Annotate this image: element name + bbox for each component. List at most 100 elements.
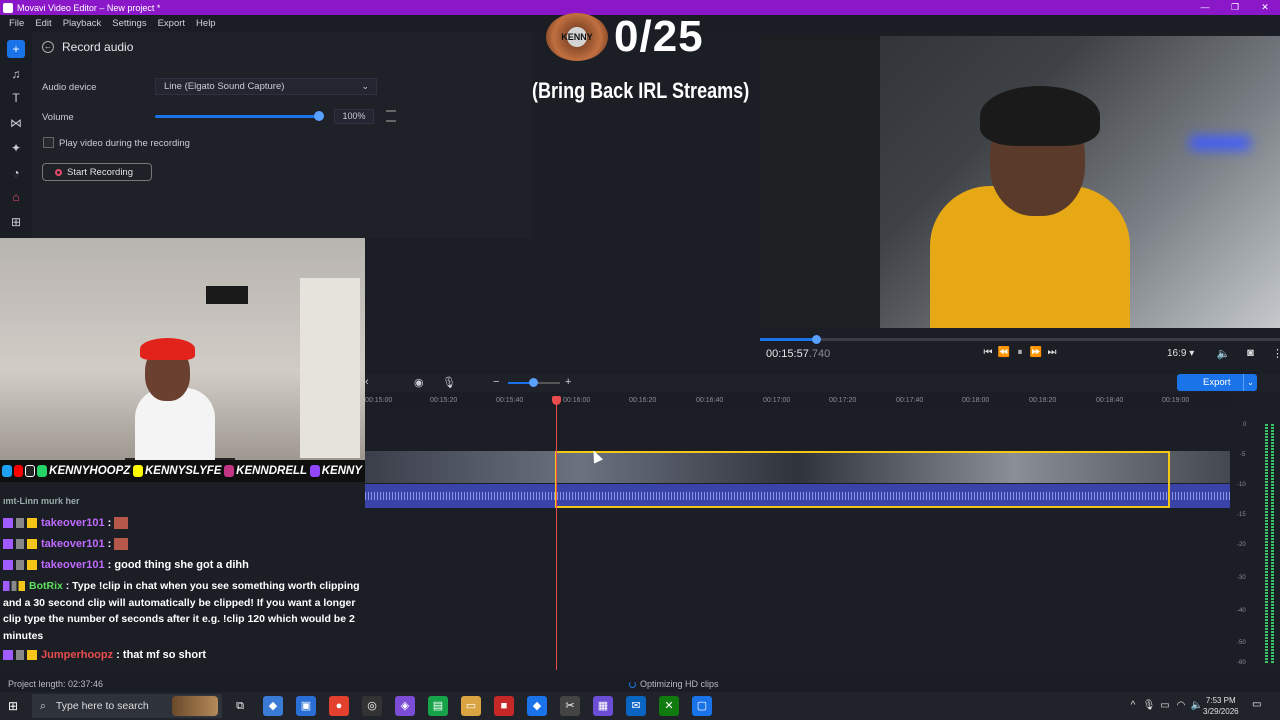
- timeline-tracks[interactable]: [365, 410, 1230, 670]
- volume-menu-icon[interactable]: [386, 110, 396, 122]
- taskbar-clock[interactable]: 7:53 PM 3/29/2026: [1203, 695, 1239, 717]
- file-explorer-icon[interactable]: ▭: [461, 696, 481, 716]
- copilot-icon[interactable]: ◆: [263, 696, 283, 716]
- tray-network-icon[interactable]: ▭: [1157, 700, 1173, 711]
- skip-end-icon[interactable]: ⏭: [1044, 347, 1060, 358]
- menu-export[interactable]: Export: [158, 18, 185, 29]
- app-green-icon[interactable]: ▤: [428, 696, 448, 716]
- driver-image: [900, 66, 1140, 328]
- preview-scrubber[interactable]: [760, 335, 1280, 344]
- menu-settings[interactable]: Settings: [112, 18, 146, 29]
- volume-slider-track[interactable]: [155, 115, 319, 118]
- export-button[interactable]: Export ⌄: [1177, 374, 1257, 391]
- start-recording-button[interactable]: Start Recording: [42, 163, 152, 181]
- volume-value-field[interactable]: 100%: [334, 109, 374, 124]
- outlook-icon[interactable]: ✉: [626, 696, 646, 716]
- social-handles-banner: KENNYHOOPZ KENNYSLYFE KENNDRELL KENNY: [0, 460, 365, 482]
- counter-text: 0/25: [614, 12, 704, 61]
- export-dropdown-icon[interactable]: ⌄: [1243, 374, 1257, 391]
- play-video-label: Play video during the recording: [59, 138, 190, 149]
- streamer-image: [125, 338, 235, 460]
- task-view-icon[interactable]: ⧉: [230, 696, 250, 716]
- window-controls: — ❐ ✕: [1190, 0, 1280, 15]
- windows-start-icon[interactable]: ⊞: [8, 699, 22, 713]
- taskbar-search[interactable]: ⌕ Type here to search: [32, 694, 222, 718]
- xbox-icon[interactable]: ✕: [659, 696, 679, 716]
- volume-speaker-icon[interactable]: 🔈: [1210, 347, 1237, 360]
- clock-date: 3/29/2026: [1203, 707, 1239, 716]
- play-video-checkbox[interactable]: [43, 137, 54, 148]
- pause-icon[interactable]: ⏸: [1012, 347, 1028, 358]
- tray-mic-icon[interactable]: 🎙: [1141, 700, 1157, 711]
- timecode-ms: .740: [808, 348, 831, 360]
- ruler-tick: 00:16:40: [696, 397, 724, 404]
- marker-icon[interactable]: ◉: [414, 376, 424, 389]
- grid-icon[interactable]: ⊞: [7, 213, 25, 231]
- tray-chevron-icon[interactable]: ^: [1125, 700, 1141, 711]
- menu-file[interactable]: File: [9, 18, 24, 29]
- discord-icon[interactable]: ◈: [395, 696, 415, 716]
- chat-text: : that mf so short: [113, 649, 207, 661]
- import-plus-icon[interactable]: +: [7, 40, 25, 58]
- selected-clip-outline[interactable]: [555, 451, 1170, 508]
- aspect-ratio-select[interactable]: 16:9 ▾: [1167, 348, 1194, 359]
- ruler-tick: 00:16:20: [629, 397, 657, 404]
- youtube-icon: [13, 465, 24, 477]
- menu-help[interactable]: Help: [196, 18, 216, 29]
- meter-label: -40: [1237, 608, 1246, 614]
- step-back-icon[interactable]: ⏪: [996, 347, 1012, 358]
- record-icon[interactable]: ⌂: [7, 189, 25, 207]
- transitions-icon[interactable]: ⋈: [7, 114, 25, 132]
- streamer-bot-icon[interactable]: ■: [494, 696, 514, 716]
- twitch-icon: [310, 465, 320, 477]
- store-icon[interactable]: ▣: [296, 696, 316, 716]
- back-arrow-icon[interactable]: ←: [42, 41, 54, 53]
- snapshot-camera-icon[interactable]: ◙: [1237, 347, 1264, 360]
- premiere-icon[interactable]: ▦: [593, 696, 613, 716]
- zoom-out-icon[interactable]: −: [493, 376, 499, 388]
- timecode-main: 00:15:57: [766, 348, 809, 360]
- app-icon: [3, 2, 13, 13]
- playhead-handle[interactable]: [552, 396, 561, 405]
- music-icon[interactable]: ♫: [7, 65, 25, 83]
- capcut-icon[interactable]: ✂: [560, 696, 580, 716]
- emote-icon: [114, 538, 129, 551]
- chat-username: takeover101: [41, 517, 105, 529]
- audio-device-select[interactable]: Line (Elgato Sound Capture) ⌄: [155, 78, 377, 95]
- meter-label: -10: [1237, 482, 1246, 488]
- menu-edit[interactable]: Edit: [35, 18, 51, 29]
- scrubber-handle[interactable]: [812, 335, 821, 344]
- movavi-icon[interactable]: ◆: [527, 696, 547, 716]
- skip-start-icon[interactable]: ⏮: [980, 347, 996, 358]
- meter-label: -20: [1237, 542, 1246, 548]
- timeline-ruler[interactable]: 00:15:00 00:15:20 00:15:40 00:16:00 00:1…: [365, 393, 1230, 409]
- back-chevron-icon[interactable]: ‹: [365, 376, 369, 388]
- playhead-line[interactable]: [556, 398, 557, 670]
- minimize-button[interactable]: —: [1190, 0, 1220, 15]
- record-audio-panel: ← Record audio Audio device Line (Elgato…: [32, 32, 532, 238]
- close-button[interactable]: ✕: [1250, 0, 1280, 15]
- tray-wifi-icon[interactable]: ◠: [1173, 700, 1189, 711]
- chrome-icon[interactable]: ●: [329, 696, 349, 716]
- audio-device-value: Line (Elgato Sound Capture): [164, 81, 285, 92]
- effects-magic-icon[interactable]: ✦: [7, 139, 25, 157]
- meter-bar-left: [1265, 424, 1268, 664]
- step-forward-icon[interactable]: ⏩: [1028, 347, 1044, 358]
- chat-username: takeover101: [41, 559, 105, 571]
- zoom-slider-handle[interactable]: [529, 378, 538, 387]
- panel-title: Record audio: [62, 40, 134, 54]
- app-blue-icon[interactable]: ▢: [692, 696, 712, 716]
- clock-icon[interactable]: ◔: [7, 164, 25, 182]
- export-label: Export: [1203, 377, 1231, 388]
- volume-slider-handle[interactable]: [314, 111, 324, 121]
- maximize-button[interactable]: ❐: [1220, 0, 1250, 15]
- microphone-icon[interactable]: 🎙: [442, 376, 456, 389]
- titles-icon[interactable]: T: [7, 90, 25, 108]
- zoom-in-icon[interactable]: +: [565, 376, 571, 388]
- notification-icon[interactable]: ▭: [1252, 699, 1264, 711]
- menu-playback[interactable]: Playback: [63, 18, 102, 29]
- video-preview[interactable]: [760, 36, 1280, 328]
- more-menu-icon[interactable]: ⋮: [1264, 347, 1280, 360]
- obs-icon[interactable]: ◎: [362, 696, 382, 716]
- door-image: [300, 278, 360, 458]
